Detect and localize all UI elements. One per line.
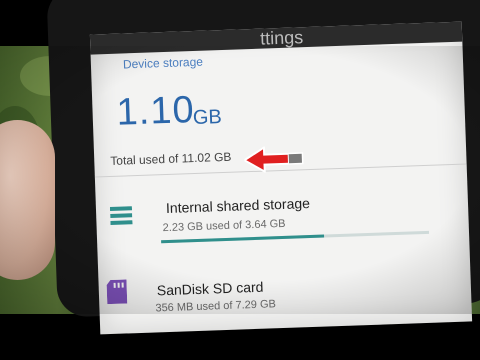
used-value: 1.10 xyxy=(115,88,196,134)
used-unit: GB xyxy=(192,106,223,130)
total-used-label: Total used of 11.02 GB xyxy=(110,149,232,168)
sd-card-icon xyxy=(106,279,128,309)
app-bar-title: ttings xyxy=(259,27,304,49)
finger xyxy=(0,120,55,280)
sd-card-subtitle: 356 MB used of 7.29 GB xyxy=(155,298,277,315)
section-header: Device storage xyxy=(122,54,204,72)
internal-storage-title[interactable]: Internal shared storage xyxy=(166,195,310,216)
red-arrow-icon xyxy=(242,145,305,174)
internal-storage-subtitle: 2.23 GB used of 3.64 GB xyxy=(162,217,286,235)
internal-storage-bar-fill xyxy=(161,234,325,244)
sd-card-title[interactable]: SanDisk SD card xyxy=(157,279,264,299)
phone-screen: ttings Device storage 1.10 GB Total used… xyxy=(89,21,473,335)
storage-icon xyxy=(109,205,133,231)
